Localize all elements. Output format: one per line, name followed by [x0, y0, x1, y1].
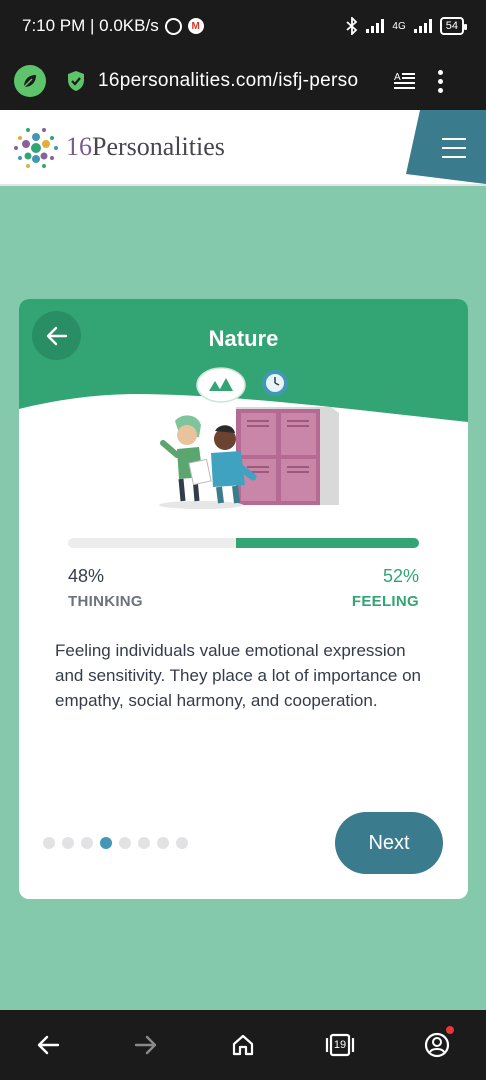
account-icon[interactable]	[422, 1026, 454, 1060]
back-arrow-icon[interactable]	[33, 1030, 63, 1060]
logo-word: Personalities	[92, 132, 225, 161]
pagination-dot[interactable]	[176, 837, 188, 849]
trait-description: Feeling individuals value emotional expr…	[55, 641, 422, 710]
battery-level: 54	[445, 20, 458, 32]
network-label: 4G	[392, 20, 406, 32]
signal-icon	[366, 19, 385, 33]
logo-dots-icon[interactable]	[12, 124, 60, 172]
alarm-icon	[164, 17, 182, 35]
feeling-percent: 52%	[382, 566, 419, 586]
browser-toolbar: 16personalities.com/isfj-perso A	[0, 52, 486, 110]
gmail-icon: M	[187, 18, 204, 34]
pagination-dot[interactable]	[81, 837, 93, 849]
pagination-dot[interactable]	[157, 837, 169, 849]
status-time: 7:10 PM | 0.0KB/s	[22, 16, 159, 35]
pagination-dot[interactable]	[62, 837, 74, 849]
site-header: 16Personalities	[0, 110, 486, 186]
trait-progress-bar	[68, 538, 419, 548]
browser-bottom-nav: 19	[0, 1010, 486, 1080]
pagination-dot[interactable]	[43, 837, 55, 849]
home-icon[interactable]	[228, 1030, 258, 1060]
pagination-dot[interactable]	[119, 837, 131, 849]
signal-icon-2	[413, 19, 432, 33]
status-bar: 7:10 PM | 0.0KB/s M 4G 54	[0, 0, 486, 52]
thinking-label: THINKING	[68, 593, 143, 610]
notification-dot	[446, 1026, 454, 1034]
more-vert-icon[interactable]	[438, 69, 443, 93]
trait-progress-fill	[236, 538, 419, 548]
card-title: Nature	[208, 326, 279, 351]
site-logo-text[interactable]: 16Personalities	[66, 132, 225, 162]
url-field[interactable]: 16personalities.com/isfj-perso	[98, 70, 380, 92]
leaf-icon[interactable]	[14, 65, 46, 97]
pagination-dots	[43, 837, 188, 849]
personality-card: Nature 48% 52% THINKING FEELING Feeling …	[19, 299, 468, 899]
nature-illustration	[159, 367, 339, 509]
bluetooth-icon	[346, 17, 358, 35]
reader-mode-icon[interactable]: A	[394, 71, 416, 91]
tabs-icon[interactable]: 19	[325, 1030, 355, 1060]
thinking-percent: 48%	[68, 566, 105, 586]
battery-icon: 54	[439, 17, 468, 35]
shield-check-icon[interactable]	[66, 70, 86, 92]
feeling-label: FEELING	[351, 593, 419, 610]
hamburger-menu-icon[interactable]	[442, 138, 466, 158]
next-button[interactable]: Next	[335, 812, 443, 874]
pagination-dot[interactable]	[138, 837, 150, 849]
svg-text:A: A	[394, 72, 401, 83]
tabs-count: 19	[333, 1039, 347, 1051]
pagination-dot[interactable]	[100, 837, 112, 849]
forward-arrow-icon[interactable]	[131, 1030, 161, 1060]
logo-number: 16	[66, 132, 92, 161]
